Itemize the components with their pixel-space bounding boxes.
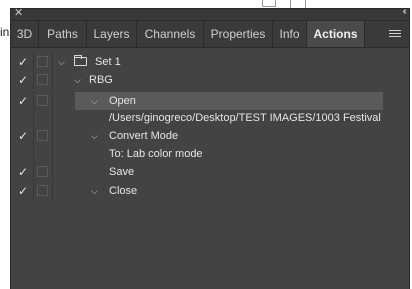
panel-tabs: 3D Paths Layers Channels Properties Info… [11,21,409,48]
tab-properties[interactable]: Properties [204,21,273,47]
action-set-label: Set 1 [95,56,121,68]
dialog-toggle-box[interactable] [37,130,48,141]
divider [52,163,53,181]
command-detail-row: To: Lab color mode [11,145,409,163]
list-empty-area [11,201,409,289]
command-row-selected[interactable]: ✓ ⌵ Open [11,92,409,110]
toggle-check-icon[interactable]: ✓ [17,163,29,181]
tab-paths[interactable]: Paths [39,21,87,47]
chevron-down-icon[interactable]: ⌵ [74,71,81,89]
command-row[interactable]: ✓ Save [11,163,409,181]
chevron-down-icon[interactable]: ⌵ [91,92,98,110]
toggle-check-icon[interactable]: ✓ [17,92,29,110]
divider [33,71,34,89]
divider [33,145,34,163]
toggle-check-icon[interactable]: ✓ [17,71,29,89]
tab-channels[interactable]: Channels [137,21,204,47]
divider [52,71,53,89]
close-icon[interactable]: ✕ [14,7,23,20]
command-row[interactable]: ✓ ⌵ Close [11,182,409,200]
dialog-toggle-box[interactable] [37,166,48,177]
divider [33,127,34,145]
chevron-down-icon[interactable]: ⌵ [91,182,98,200]
command-detail-text: /Users/ginogreco/Desktop/TEST IMAGES/100… [109,112,383,124]
toggle-check-icon[interactable]: ✓ [17,127,29,145]
toggle-check-icon[interactable]: ✓ [17,182,29,200]
divider [52,182,53,200]
divider [52,53,53,71]
background-fragment [262,0,276,7]
actions-panel: ✕ ‹‹ 3D Paths Layers Channels Properties… [10,6,410,289]
toggle-check-icon[interactable]: ✓ [17,53,29,71]
command-label: Open [109,95,136,107]
divider [33,182,34,200]
tab-3d[interactable]: 3D [11,21,39,47]
action-row[interactable]: ✓ ⌵ RBG [11,71,409,89]
command-detail-text: To: Lab color mode [109,148,203,160]
command-row[interactable]: ✓ ⌵ Convert Mode [11,127,409,145]
command-label: Close [109,185,138,197]
divider [52,145,53,163]
collapse-icon[interactable]: ‹‹ [402,6,406,17]
action-set-row[interactable]: ✓ ⌵ Set 1 [11,53,409,71]
folder-icon [74,55,87,66]
divider [52,127,53,145]
divider [52,109,53,127]
dialog-toggle-box[interactable] [37,56,48,67]
command-label: Convert Mode [109,130,179,142]
chevron-down-icon[interactable]: ⌵ [91,127,98,145]
dialog-toggle-box[interactable] [37,185,48,196]
tab-info[interactable]: Info [273,21,307,47]
divider [33,163,34,181]
command-label: Save [109,166,135,178]
tab-actions[interactable]: Actions [307,21,365,47]
divider [33,109,34,127]
divider [33,92,34,110]
action-label: RBG [89,74,113,86]
dialog-toggle-box[interactable] [37,95,48,106]
background-text-fragment: in [0,25,10,39]
hamburger-icon[interactable] [389,30,401,38]
divider [52,92,53,110]
divider [33,53,34,71]
scrollbar-track[interactable] [387,49,407,285]
tab-layers[interactable]: Layers [87,21,137,47]
dialog-toggle-box[interactable] [37,74,48,85]
command-detail-row: /Users/ginogreco/Desktop/TEST IMAGES/100… [11,109,409,127]
chevron-down-icon[interactable]: ⌵ [58,53,65,71]
panel-title-bar[interactable]: ✕ ‹‹ [11,6,409,21]
